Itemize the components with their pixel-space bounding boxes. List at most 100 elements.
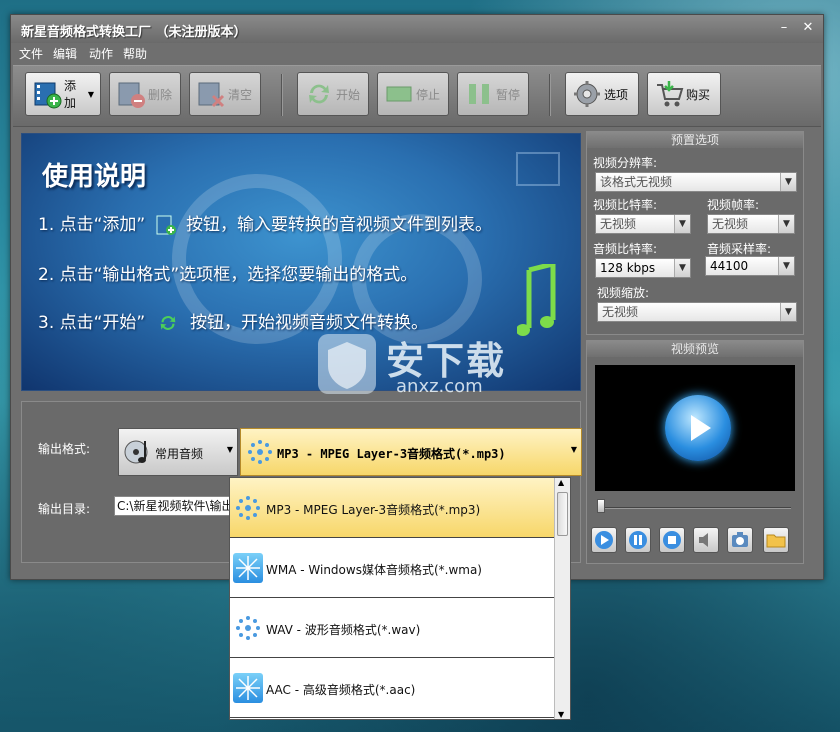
film-add-icon	[32, 79, 62, 109]
add-label: 添加	[64, 79, 77, 110]
audio-bitrate-select[interactable]: 128 kbps ▼	[595, 258, 691, 278]
video-preview-screen[interactable]	[595, 365, 795, 491]
menu-edit[interactable]: 编辑	[53, 45, 77, 62]
audio-format-icon	[245, 437, 275, 467]
menu-action[interactable]: 动作	[89, 45, 113, 62]
preset-options-title: 预置选项	[587, 132, 803, 148]
audio-format-icon	[233, 493, 263, 523]
chevron-down-icon: ▼	[780, 303, 796, 321]
options-button[interactable]: 选项	[565, 72, 639, 116]
window-title: 新星音频格式转换工厂 （未注册版本）	[21, 25, 247, 40]
buy-label: 购买	[686, 87, 711, 102]
add-button[interactable]: 添加 ▼	[25, 72, 101, 116]
start-button[interactable]: 开始	[297, 72, 369, 116]
video-fps-label: 视频帧率:	[707, 198, 760, 212]
minimize-button[interactable]: –	[773, 19, 795, 37]
volume-button[interactable]	[693, 527, 719, 553]
delete-button[interactable]: 删除	[109, 72, 181, 116]
pause-button[interactable]: 暂停	[457, 72, 529, 116]
output-format-value: MP3 - MPEG Layer-3音频格式(*.mp3)	[277, 447, 506, 461]
pause-button-preview[interactable]	[625, 527, 651, 553]
toolbar: 添加 ▼ 删除 清空 开始 停止 暂停 选项 购买	[13, 65, 821, 127]
play-icon[interactable]	[665, 395, 731, 461]
instructions-heading: 使用说明	[42, 162, 147, 192]
video-preview-title: 视频预览	[587, 341, 803, 357]
shield-icon	[318, 334, 376, 394]
folder-button[interactable]	[763, 527, 789, 553]
video-fps-select[interactable]: 无视频 ▼	[707, 214, 795, 234]
watermark-en: anxz.com	[396, 376, 483, 397]
toolbar-divider	[281, 74, 283, 116]
film-clear-icon	[196, 79, 226, 109]
scroll-down-icon[interactable]: ▼	[558, 710, 564, 719]
pause-label: 暂停	[496, 87, 521, 102]
seek-slider-handle[interactable]	[597, 499, 605, 513]
title-bar: 新星音频格式转换工厂 （未注册版本） – ✕	[11, 15, 823, 43]
video-scale-select[interactable]: 无视频 ▼	[597, 302, 797, 322]
audio-format-icon	[233, 613, 263, 643]
format-option-label: WAV - 波形音频格式(*.wav)	[266, 623, 421, 637]
film-remove-icon	[116, 79, 146, 109]
dropdown-scrollbar[interactable]: ▲ ▼	[554, 478, 570, 719]
snapshot-button[interactable]	[727, 527, 753, 553]
format-option-wav[interactable]: WAV - 波形音频格式(*.wav)	[230, 598, 554, 658]
audio-bitrate-label: 音频比特率:	[593, 242, 658, 256]
film-strip-decoration	[516, 152, 560, 186]
preset-options-panel: 预置选项 视频分辨率: 该格式无视频 ▼ 视频比特率: 视频帧率: 无视频 ▼ …	[586, 131, 804, 335]
audio-bitrate-value: 128 kbps	[600, 261, 656, 275]
instruction-step-2: 2. 点击“输出格式”选项框，选择您要输出的格式。	[38, 265, 418, 285]
watermark-logo: 安下载 anxz.com	[318, 330, 558, 400]
output-dir-input[interactable]: C:\新星视频软件\输出	[114, 496, 240, 516]
chevron-down-icon: ▼	[780, 173, 796, 191]
scrollbar-thumb[interactable]	[557, 492, 568, 536]
video-resolution-value: 该格式无视频	[600, 175, 673, 189]
seek-slider-track[interactable]	[599, 507, 791, 509]
clear-button[interactable]: 清空	[189, 72, 261, 116]
menu-bar: 文件 编辑 动作 帮助	[11, 43, 823, 63]
refresh-icon	[155, 312, 181, 334]
cart-icon	[654, 79, 684, 109]
chevron-down-icon: ▼	[226, 445, 233, 454]
toolbar-divider	[549, 74, 551, 116]
audio-samplerate-label: 音频采样率:	[707, 242, 772, 256]
chevron-down-icon: ▼	[778, 257, 794, 275]
instruction-step-1: 1. 点击“添加” 按钮，输入要转换的音视频文件到列表。	[38, 210, 492, 236]
menu-file[interactable]: 文件	[19, 45, 43, 62]
format-dropdown-list: MP3 - MPEG Layer-3音频格式(*.mp3) WMA - Wind…	[229, 477, 571, 720]
gear-icon	[572, 79, 602, 109]
audio-samplerate-select[interactable]: 44100 ▼	[705, 256, 795, 276]
audio-disc-icon	[123, 437, 153, 467]
clear-label: 清空	[228, 87, 253, 102]
video-bitrate-value: 无视频	[600, 217, 637, 231]
video-scale-value: 无视频	[602, 305, 639, 319]
audio-samplerate-value: 44100	[710, 259, 749, 273]
stop-button-preview[interactable]	[659, 527, 685, 553]
format-option-wma[interactable]: WMA - Windows媒体音频格式(*.wma)	[230, 538, 554, 598]
step-1-text-b: 按钮，输入要转换的音视频文件到列表。	[186, 215, 493, 235]
scroll-up-icon[interactable]: ▲	[558, 478, 564, 487]
format-option-mp3[interactable]: MP3 - MPEG Layer-3音频格式(*.mp3)	[230, 478, 554, 538]
video-bitrate-label: 视频比特率:	[593, 198, 658, 212]
wma-format-icon	[233, 553, 263, 583]
output-format-select[interactable]: MP3 - MPEG Layer-3音频格式(*.mp3) ▼	[240, 428, 582, 476]
format-option-label: MP3 - MPEG Layer-3音频格式(*.mp3)	[266, 503, 481, 517]
chevron-down-icon: ▼	[778, 215, 794, 233]
video-bitrate-select[interactable]: 无视频 ▼	[595, 214, 691, 234]
chevron-down-icon: ▼	[570, 445, 577, 454]
format-option-label: WMA - Windows媒体音频格式(*.wma)	[266, 563, 482, 577]
step-1-text-a: 1. 点击“添加”	[38, 215, 146, 235]
chevron-down-icon: ▼	[87, 89, 94, 99]
format-category-select[interactable]: 常用音频 ▼	[118, 428, 238, 476]
play-button[interactable]	[591, 527, 617, 553]
step-3-text-a: 3. 点击“开始”	[38, 313, 146, 333]
video-resolution-select[interactable]: 该格式无视频 ▼	[595, 172, 797, 192]
format-option-aac[interactable]: AAC - 高级音频格式(*.aac)	[230, 658, 554, 718]
stop-button[interactable]: 停止	[377, 72, 449, 116]
format-category-value: 常用音频	[155, 447, 204, 461]
video-preview-panel: 视频预览	[586, 340, 804, 564]
close-button[interactable]: ✕	[797, 19, 819, 37]
video-fps-value: 无视频	[712, 217, 749, 231]
buy-button[interactable]: 购买	[647, 72, 721, 116]
menu-help[interactable]: 帮助	[123, 45, 147, 62]
refresh-icon	[304, 79, 334, 109]
